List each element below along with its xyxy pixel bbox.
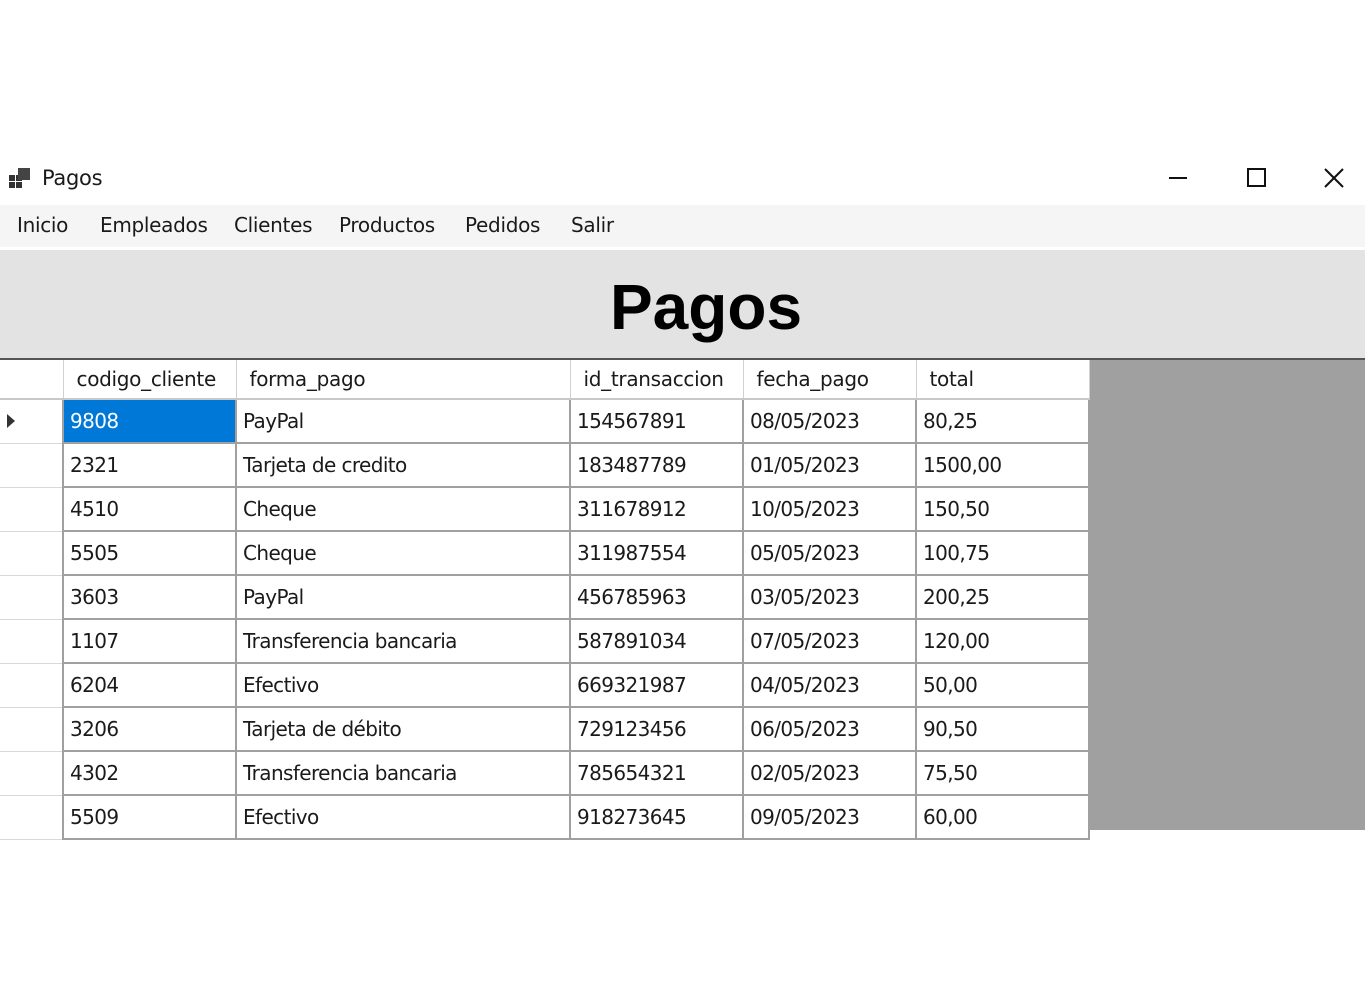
cell-id-transaccion[interactable]: 456785963 xyxy=(570,575,744,620)
cell-codigo-cliente[interactable]: 3603 xyxy=(63,575,237,620)
cell-total[interactable]: 150,50 xyxy=(916,487,1090,532)
cell-id-transaccion[interactable]: 785654321 xyxy=(570,751,744,796)
cell-id-transaccion[interactable]: 311987554 xyxy=(570,531,744,576)
cell-total[interactable]: 75,50 xyxy=(916,751,1090,796)
cell-fecha-pago[interactable]: 09/05/2023 xyxy=(743,795,917,840)
page-title: Pagos xyxy=(609,271,803,343)
cell-fecha-pago[interactable]: 08/05/2023 xyxy=(743,399,917,444)
cell-codigo-cliente[interactable]: 1107 xyxy=(63,619,237,664)
cell-forma-pago[interactable]: Transferencia bancaria xyxy=(236,751,571,796)
table-row[interactable]: 9808 PayPal 154567891 08/05/2023 80,25 xyxy=(0,399,1090,444)
cell-fecha-pago[interactable]: 07/05/2023 xyxy=(743,619,917,664)
cell-total[interactable]: 80,25 xyxy=(916,399,1090,444)
menu-item-salir[interactable]: Salir xyxy=(571,213,614,237)
cell-forma-pago[interactable]: Cheque xyxy=(236,531,571,576)
cell-fecha-pago[interactable]: 01/05/2023 xyxy=(743,443,917,488)
maximize-button[interactable] xyxy=(1217,155,1295,201)
current-row-arrow-icon xyxy=(7,414,15,429)
table-row[interactable]: 3206 Tarjeta de débito 729123456 06/05/2023… xyxy=(0,707,1090,752)
row-header[interactable] xyxy=(0,751,64,796)
row-header[interactable] xyxy=(0,575,64,620)
cell-codigo-cliente[interactable]: 9808 xyxy=(63,399,237,444)
cell-id-transaccion[interactable]: 669321987 xyxy=(570,663,744,708)
column-header-fecha-pago[interactable]: fecha_pago xyxy=(743,360,917,400)
table-row[interactable]: 6204 Efectivo 669321987 04/05/2023 50,00 xyxy=(0,663,1090,708)
cell-codigo-cliente[interactable]: 5509 xyxy=(63,795,237,840)
cell-codigo-cliente[interactable]: 4302 xyxy=(63,751,237,796)
table-row[interactable]: 2321 Tarjeta de credito 183487789 01/05/202… xyxy=(0,443,1090,488)
row-header[interactable] xyxy=(0,619,64,664)
cell-codigo-cliente[interactable]: 2321 xyxy=(63,443,237,488)
cell-forma-pago[interactable]: PayPal xyxy=(236,575,571,620)
row-header[interactable] xyxy=(0,399,64,444)
row-header[interactable] xyxy=(0,443,64,488)
cell-codigo-cliente[interactable]: 4510 xyxy=(63,487,237,532)
close-button[interactable] xyxy=(1295,155,1365,201)
menu-item-clientes[interactable]: Clientes xyxy=(234,213,313,237)
cell-total[interactable]: 50,00 xyxy=(916,663,1090,708)
row-header[interactable] xyxy=(0,487,64,532)
cell-id-transaccion[interactable]: 587891034 xyxy=(570,619,744,664)
pagos-window: Pagos Inicio Empleados Clientes Producto… xyxy=(0,155,1365,840)
table-row[interactable]: 4302 Transferencia bancaria 785654321 02/05… xyxy=(0,751,1090,796)
menu-bar: Inicio Empleados Clientes Productos Pedi… xyxy=(0,205,1365,247)
menu-item-pedidos[interactable]: Pedidos xyxy=(465,213,540,237)
header-panel: Pagos xyxy=(0,250,1365,360)
cell-fecha-pago[interactable]: 10/05/2023 xyxy=(743,487,917,532)
cell-id-transaccion[interactable]: 729123456 xyxy=(570,707,744,752)
column-header-total[interactable]: total xyxy=(916,360,1090,400)
cell-forma-pago[interactable]: PayPal xyxy=(236,399,571,444)
cell-forma-pago[interactable]: Transferencia bancaria xyxy=(236,619,571,664)
cell-total[interactable]: 200,25 xyxy=(916,575,1090,620)
minimize-button[interactable] xyxy=(1139,155,1217,201)
table-row[interactable]: 5505 Cheque 311987554 05/05/2023 100,75 xyxy=(0,531,1090,576)
cell-forma-pago[interactable]: Efectivo xyxy=(236,795,571,840)
corner-header[interactable] xyxy=(0,360,64,400)
cell-total[interactable]: 120,00 xyxy=(916,619,1090,664)
cell-total[interactable]: 90,50 xyxy=(916,707,1090,752)
menu-item-empleados[interactable]: Empleados xyxy=(100,213,208,237)
table-row[interactable]: 3603 PayPal 456785963 03/05/2023 200,25 xyxy=(0,575,1090,620)
cell-id-transaccion[interactable]: 311678912 xyxy=(570,487,744,532)
row-header[interactable] xyxy=(0,795,64,840)
payments-table: codigo_cliente forma_pago id_transaccion… xyxy=(0,360,1090,840)
close-icon xyxy=(1324,168,1344,188)
column-header-row: codigo_cliente forma_pago id_transaccion… xyxy=(0,360,1090,400)
cell-fecha-pago[interactable]: 03/05/2023 xyxy=(743,575,917,620)
window-title: Pagos xyxy=(42,166,103,190)
cell-total[interactable]: 1500,00 xyxy=(916,443,1090,488)
cell-forma-pago[interactable]: Cheque xyxy=(236,487,571,532)
cell-codigo-cliente[interactable]: 6204 xyxy=(63,663,237,708)
table-row[interactable]: 4510 Cheque 311678912 10/05/2023 150,50 xyxy=(0,487,1090,532)
column-header-forma-pago[interactable]: forma_pago xyxy=(236,360,571,400)
table-row[interactable]: 1107 Transferencia bancaria 587891034 07/05… xyxy=(0,619,1090,664)
cell-forma-pago[interactable]: Tarjeta de débito xyxy=(236,707,571,752)
cell-forma-pago[interactable]: Efectivo xyxy=(236,663,571,708)
cell-codigo-cliente[interactable]: 3206 xyxy=(63,707,237,752)
maximize-icon xyxy=(1247,168,1266,187)
cell-id-transaccion[interactable]: 918273645 xyxy=(570,795,744,840)
title-bar: Pagos xyxy=(0,155,1365,203)
row-header[interactable] xyxy=(0,663,64,708)
menu-item-inicio[interactable]: Inicio xyxy=(17,213,68,237)
cell-fecha-pago[interactable]: 04/05/2023 xyxy=(743,663,917,708)
menu-item-productos[interactable]: Productos xyxy=(339,213,435,237)
table-row[interactable]: 5509 Efectivo 918273645 09/05/2023 60,00 xyxy=(0,795,1090,840)
cell-forma-pago[interactable]: Tarjeta de credito xyxy=(236,443,571,488)
payments-data-grid[interactable]: codigo_cliente forma_pago id_transaccion… xyxy=(0,360,1365,840)
row-header[interactable] xyxy=(0,531,64,576)
minimize-icon xyxy=(1169,177,1187,179)
cell-codigo-cliente[interactable]: 5505 xyxy=(63,531,237,576)
cell-id-transaccion[interactable]: 154567891 xyxy=(570,399,744,444)
cell-fecha-pago[interactable]: 02/05/2023 xyxy=(743,751,917,796)
column-header-codigo-cliente[interactable]: codigo_cliente xyxy=(63,360,237,400)
cell-total[interactable]: 60,00 xyxy=(916,795,1090,840)
cell-fecha-pago[interactable]: 06/05/2023 xyxy=(743,707,917,752)
cell-total[interactable]: 100,75 xyxy=(916,531,1090,576)
app-icon xyxy=(9,168,31,188)
column-header-id-transaccion[interactable]: id_transaccion xyxy=(570,360,744,400)
cell-fecha-pago[interactable]: 05/05/2023 xyxy=(743,531,917,576)
cell-id-transaccion[interactable]: 183487789 xyxy=(570,443,744,488)
row-header[interactable] xyxy=(0,707,64,752)
